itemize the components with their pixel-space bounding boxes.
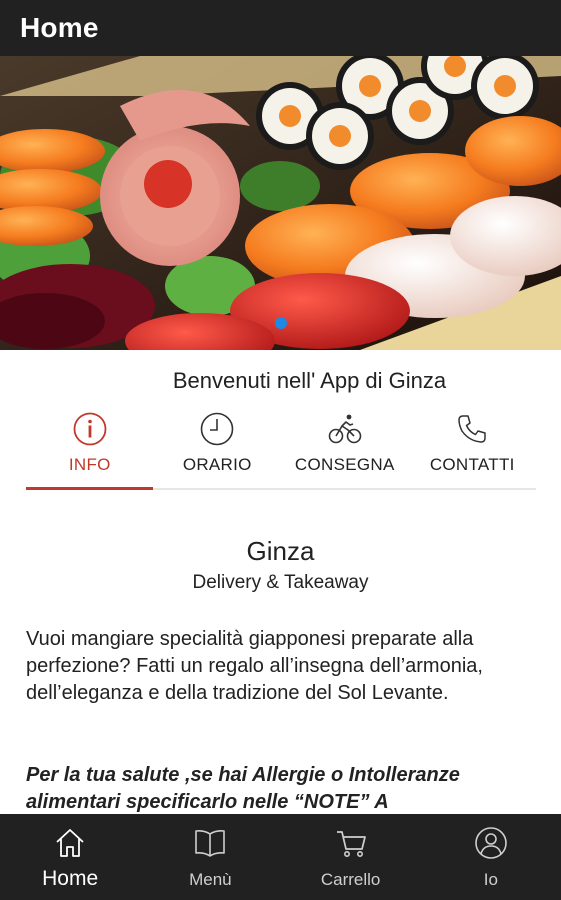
- home-icon: [56, 829, 84, 857]
- app-screen: Home Benvenuti nell' App di Ginza INFO O…: [0, 0, 561, 900]
- bottom-navigation: Home Menù Carrello Io: [0, 814, 561, 900]
- sushi-platter-image: [0, 56, 561, 350]
- restaurant-name: Ginza: [246, 536, 315, 566]
- tab-consegna[interactable]: CONSEGNA: [281, 408, 409, 490]
- nav-cart[interactable]: Carrello: [281, 814, 421, 900]
- tab-contatti[interactable]: CONTATTI: [409, 408, 537, 490]
- restaurant-subtitle: Delivery & Takeaway: [192, 572, 369, 593]
- nav-menu-label: Menù: [189, 870, 232, 889]
- nav-profile-label: Io: [483, 870, 498, 889]
- restaurant-description: Vuoi mangiare specialità giapponesi prep…: [26, 628, 483, 704]
- carousel-indicator-dot[interactable]: [275, 317, 287, 329]
- info-icon: [73, 412, 107, 446]
- allergy-note: Per la tua salute ,se hai Allergie o Int…: [26, 764, 460, 813]
- nav-home-label: Home: [42, 867, 99, 890]
- nav-profile[interactable]: Io: [421, 814, 561, 900]
- phone-icon: [458, 415, 486, 443]
- tab-consegna-label: CONSEGNA: [294, 455, 395, 474]
- tab-contatti-label: CONTATTI: [429, 455, 515, 474]
- info-tabs: INFO ORARIO CONSEGNA CONTATTI: [26, 408, 536, 490]
- page-title: Home: [20, 12, 99, 43]
- bicycle-icon: [328, 414, 362, 444]
- cart-icon: [336, 831, 366, 857]
- user-icon: [475, 827, 507, 859]
- nav-menu[interactable]: Menù: [140, 814, 280, 900]
- clock-icon: [200, 412, 234, 446]
- tab-info[interactable]: INFO: [26, 408, 154, 490]
- tab-active-indicator: [26, 487, 153, 490]
- app-bar: Home: [0, 0, 561, 56]
- hero-carousel[interactable]: [0, 56, 561, 350]
- tab-info-label: INFO: [68, 455, 111, 474]
- nav-cart-label: Carrello: [320, 870, 381, 889]
- tab-orario-label: ORARIO: [182, 455, 252, 474]
- welcome-text: Benvenuti nell' App di Ginza: [172, 368, 447, 393]
- tab-orario[interactable]: ORARIO: [154, 408, 282, 490]
- book-icon: [195, 830, 226, 857]
- nav-home[interactable]: Home: [0, 814, 140, 900]
